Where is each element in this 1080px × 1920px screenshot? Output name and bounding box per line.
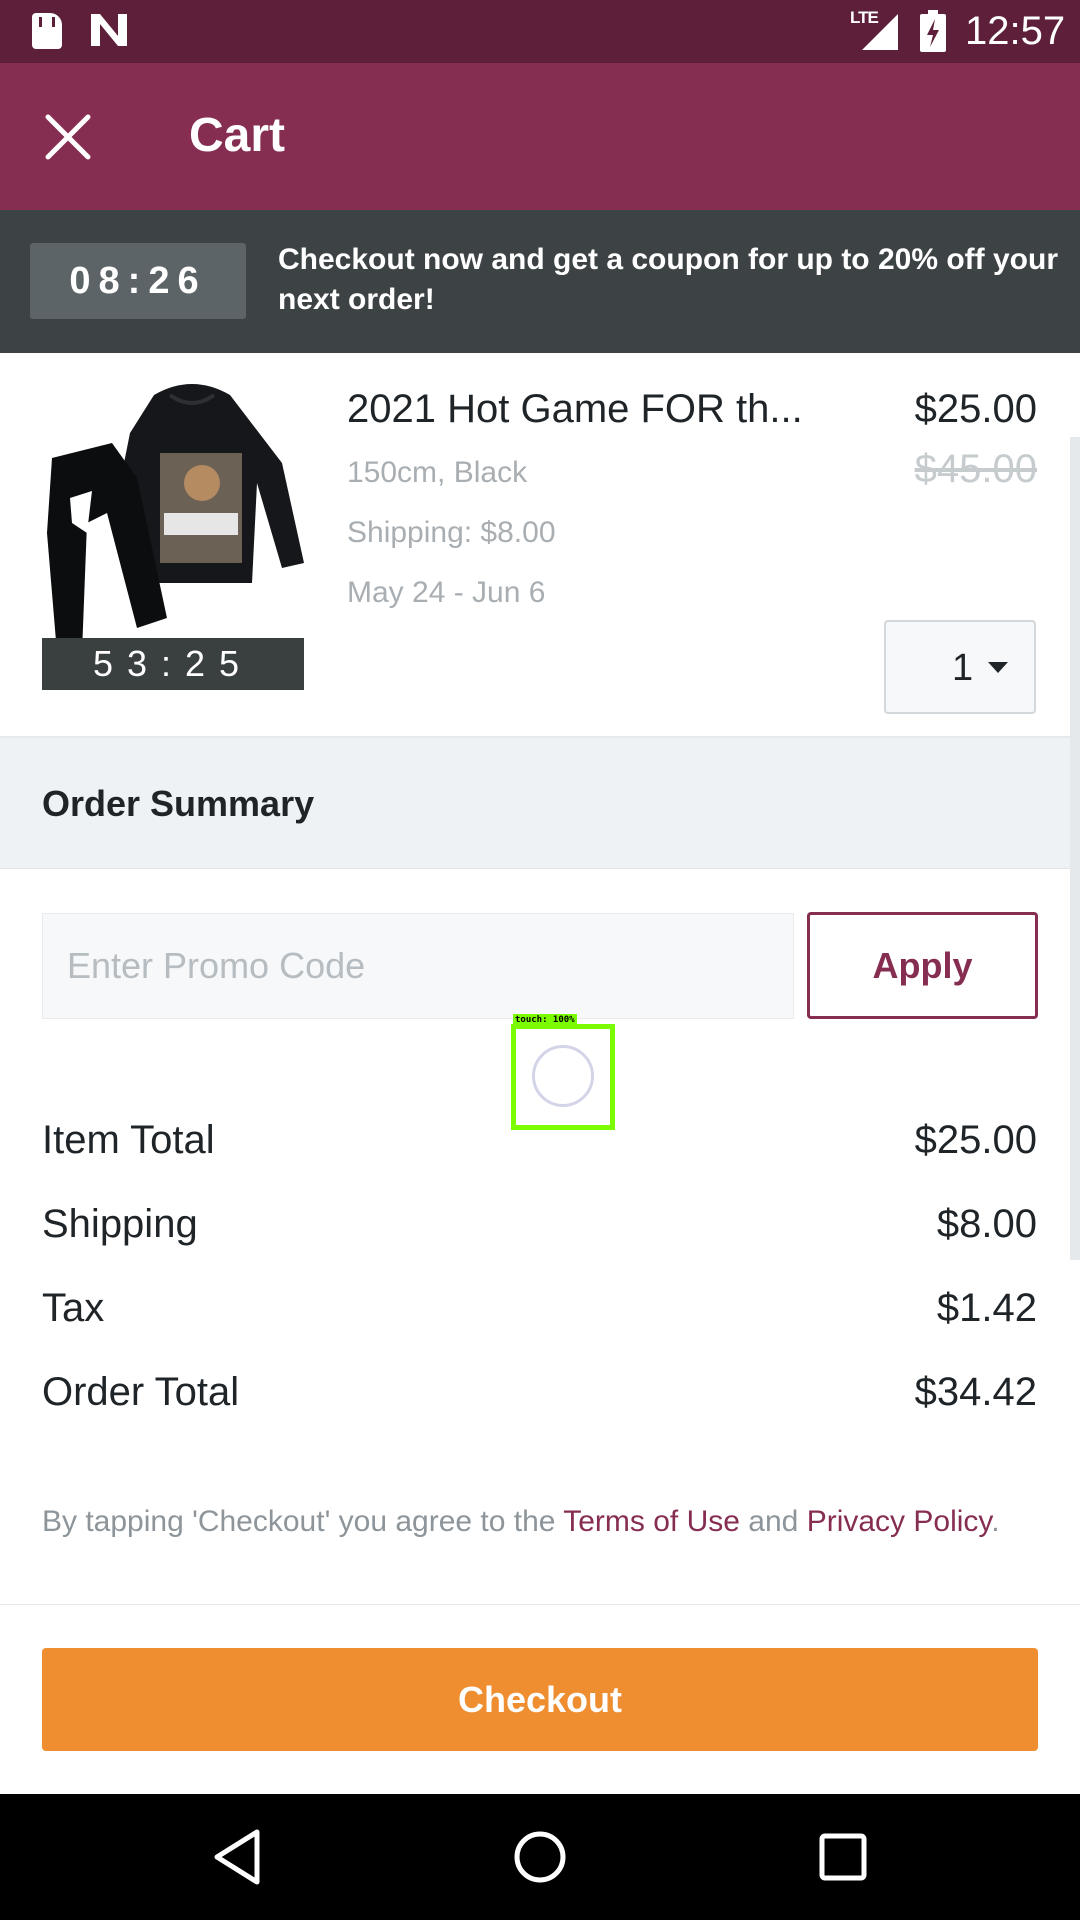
product-variant: 150cm, Black [347, 456, 528, 489]
order-summary-header: Order Summary [0, 738, 1080, 869]
product-name[interactable]: 2021 Hot Game FOR th... [347, 383, 827, 435]
divider [0, 1604, 1080, 1605]
quantity-dropdown[interactable]: 1 [884, 620, 1036, 714]
checkout-button[interactable]: Checkout [42, 1648, 1038, 1751]
product-shipping: Shipping: $8.00 [347, 516, 556, 549]
clock: 12:57 [965, 9, 1066, 53]
recents-icon[interactable] [808, 1822, 878, 1892]
terms-middle: and [739, 1505, 807, 1538]
apply-button[interactable]: Apply [807, 912, 1038, 1019]
sd-card-icon [32, 13, 62, 49]
quantity-value: 1 [952, 647, 974, 689]
countdown-timer: 08:26 [30, 243, 246, 319]
status-bar: LTE 12:57 [0, 0, 1080, 63]
item-total-label: Item Total [42, 1118, 215, 1162]
product-original-price: $45.00 [914, 447, 1037, 491]
app-bar: Cart [0, 63, 1080, 210]
promo-code-input[interactable] [42, 913, 794, 1019]
scrollbar[interactable] [1070, 437, 1080, 1260]
delivery-dates: May 24 - Jun 6 [347, 576, 546, 609]
terms-of-use-link[interactable]: Terms of Use [563, 1505, 740, 1538]
signal-icon [862, 14, 898, 50]
page-title: Cart [189, 109, 286, 162]
order-total-label: Order Total [42, 1370, 240, 1414]
n-notification-icon [91, 14, 127, 46]
close-icon[interactable] [42, 111, 94, 163]
home-icon[interactable] [505, 1822, 575, 1892]
product-image[interactable] [42, 373, 304, 658]
item-total-value: $25.00 [914, 1118, 1037, 1162]
product-price: $25.00 [914, 387, 1037, 431]
privacy-policy-link[interactable]: Privacy Policy [807, 1505, 991, 1538]
terms-notice: By tapping 'Checkout' you agree to the T… [42, 1498, 1002, 1545]
terms-prefix: By tapping 'Checkout' you agree to the [42, 1505, 564, 1538]
order-total-value: $34.42 [914, 1370, 1037, 1414]
caret-down-icon [988, 662, 1008, 673]
banner-message: Checkout now and get a coupon for up to … [278, 243, 1058, 316]
touch-indicator-circle [532, 1045, 594, 1107]
checkout-promo-banner: 08:26 Checkout now and get a coupon for … [0, 210, 1080, 353]
tax-value: $1.42 [936, 1286, 1037, 1330]
back-icon[interactable] [202, 1822, 272, 1892]
terms-suffix: . [991, 1505, 1000, 1538]
shipping-value: $8.00 [936, 1202, 1037, 1246]
cart-item: 53:25 2021 Hot Game FOR th... $25.00 $45… [0, 353, 1080, 738]
product-countdown: 53:25 [42, 638, 304, 690]
order-summary-title: Order Summary [42, 783, 315, 824]
battery-charging-icon [920, 10, 946, 52]
tax-label: Tax [42, 1286, 105, 1330]
shipping-label: Shipping [42, 1202, 198, 1246]
system-navigation-bar [0, 1794, 1080, 1920]
